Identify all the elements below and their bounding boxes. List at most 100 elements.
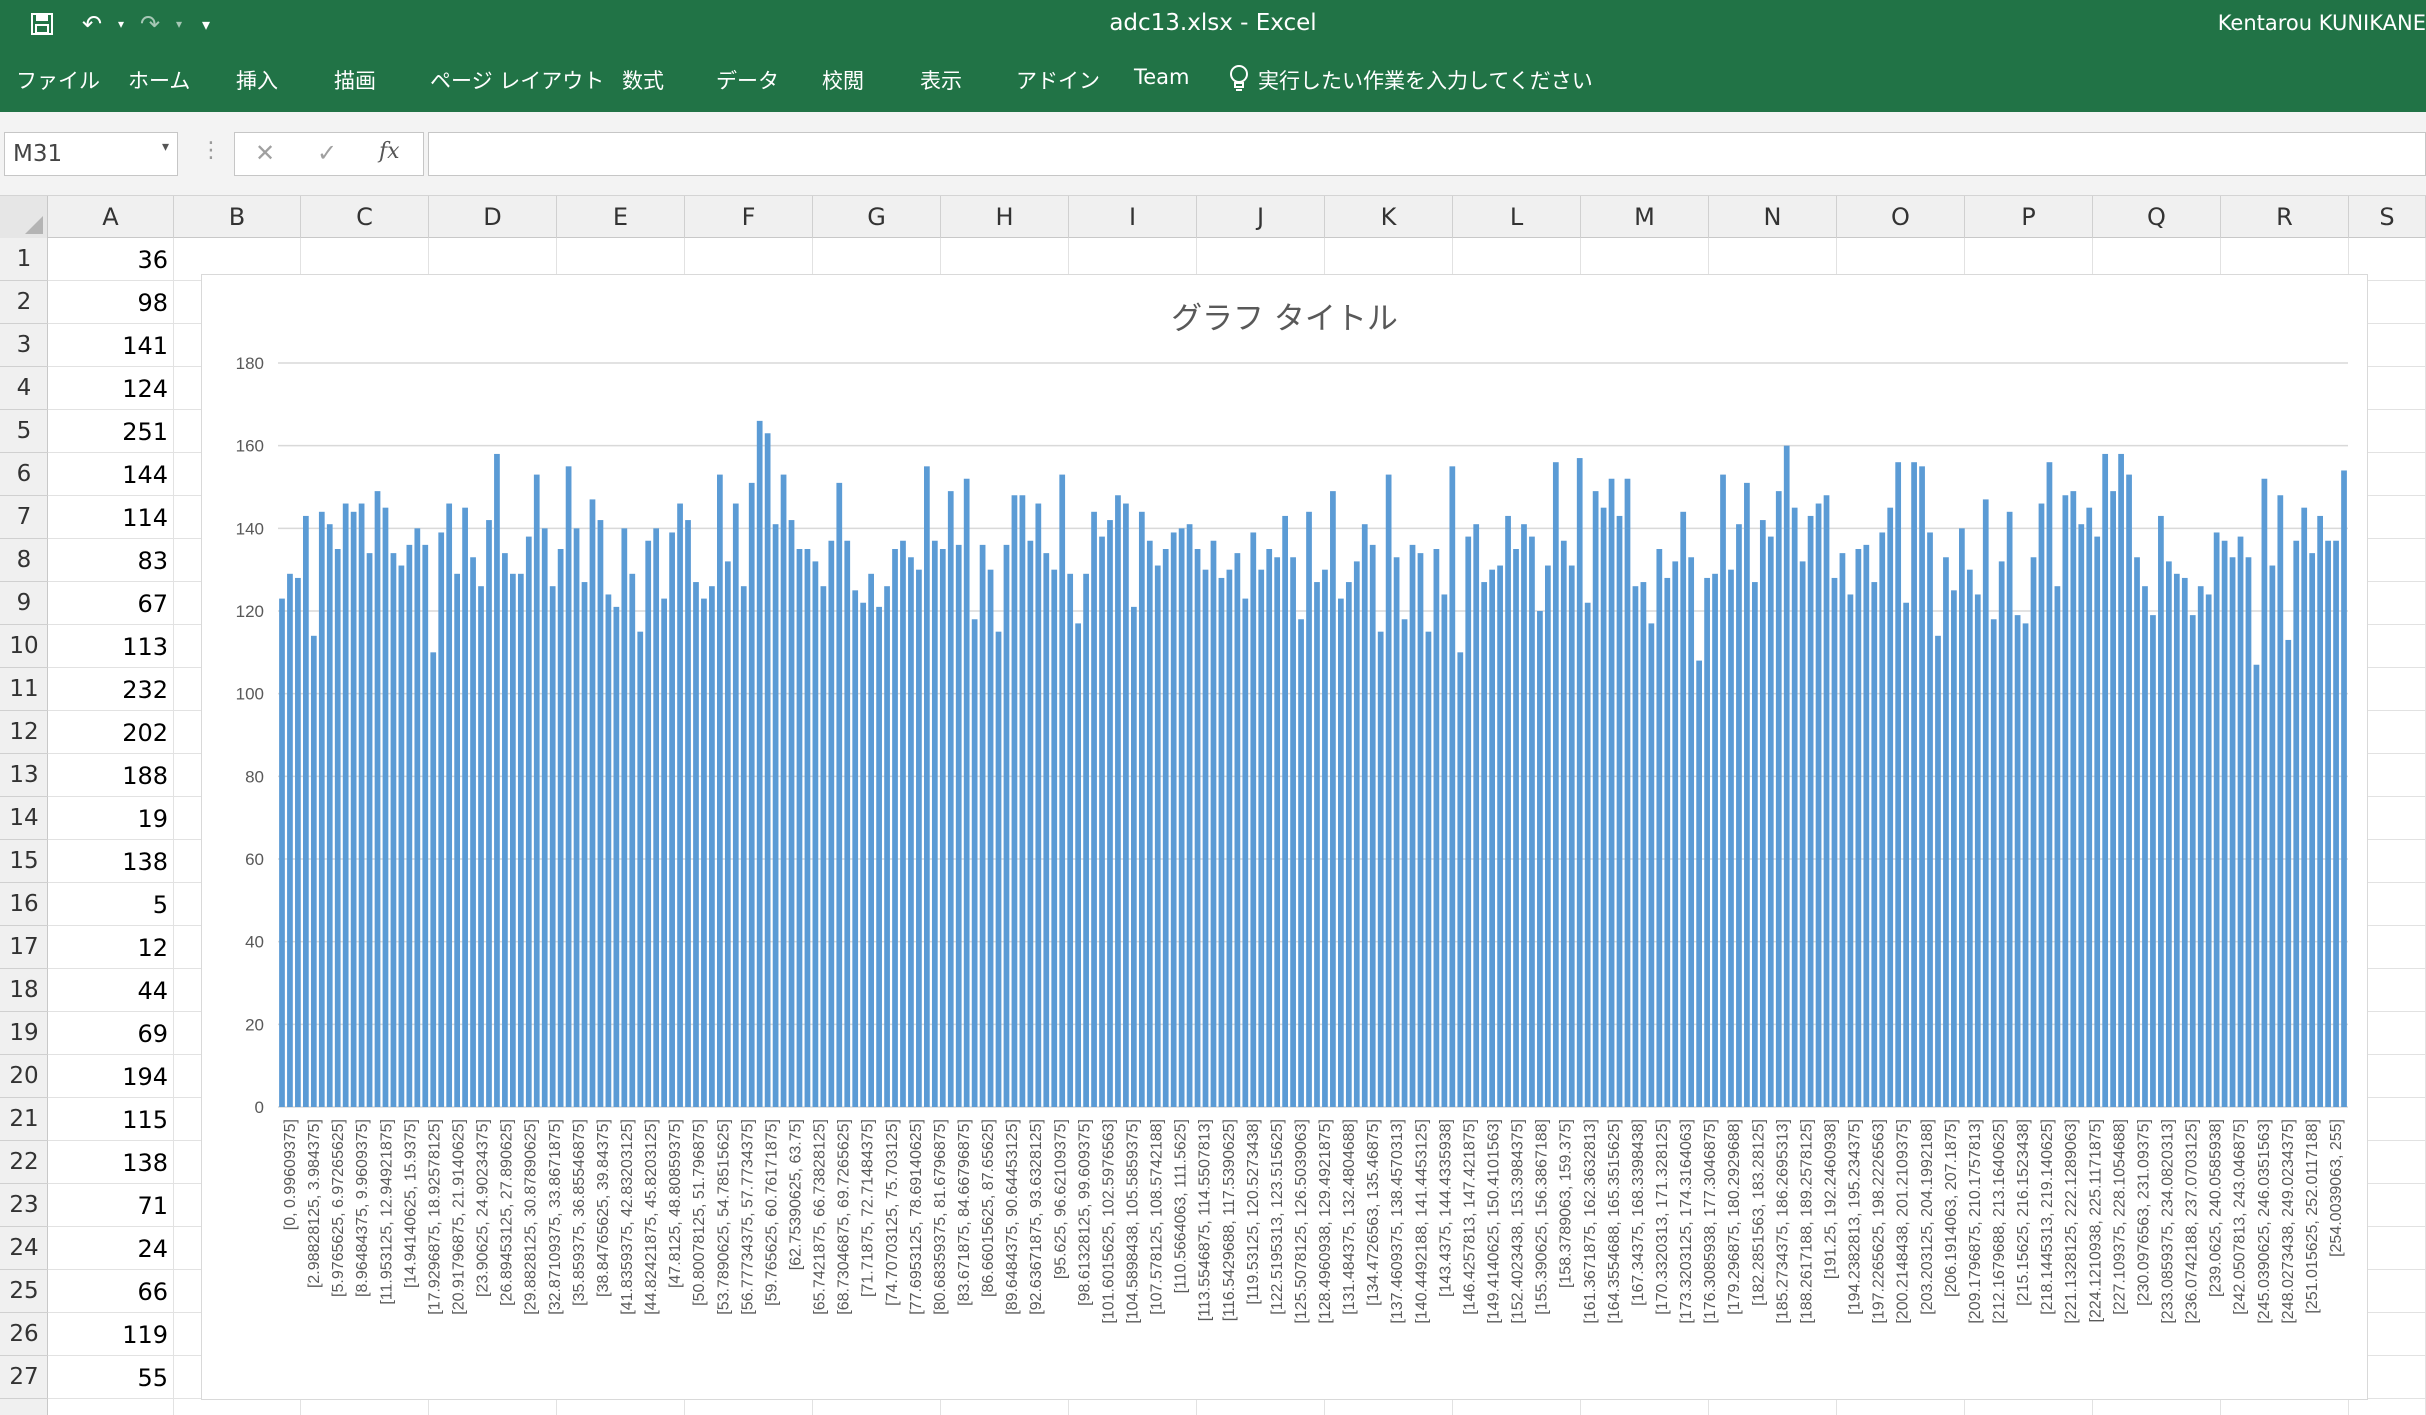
histogram-bar[interactable] — [502, 553, 508, 1107]
histogram-bar[interactable] — [478, 586, 484, 1107]
histogram-bar[interactable] — [2189, 615, 2196, 1107]
histogram-bar[interactable] — [454, 573, 461, 1107]
histogram-bar[interactable] — [2126, 474, 2132, 1108]
cell-a24[interactable]: 24 — [48, 1227, 174, 1270]
histogram-bar[interactable] — [2301, 507, 2308, 1107]
histogram-bar[interactable] — [2333, 540, 2339, 1107]
histogram-bar[interactable] — [382, 507, 389, 1107]
cell-a21[interactable]: 115 — [48, 1098, 174, 1141]
histogram-bar[interactable] — [1401, 619, 1408, 1107]
histogram-bar[interactable] — [1847, 594, 1854, 1107]
histogram-bar[interactable] — [1966, 569, 1973, 1107]
histogram-bar[interactable] — [494, 453, 500, 1107]
cell-a18[interactable]: 44 — [48, 969, 174, 1012]
column-header-s[interactable]: S — [2349, 196, 2426, 238]
cell-a27[interactable]: 55 — [48, 1356, 174, 1399]
histogram-bar[interactable] — [2237, 536, 2244, 1107]
histogram-bar[interactable] — [573, 528, 580, 1107]
histogram-bar[interactable] — [1584, 602, 1591, 1107]
row-header-22[interactable]: 22 — [0, 1141, 48, 1184]
histogram-bar[interactable] — [1831, 577, 1838, 1107]
histogram-bar[interactable] — [422, 544, 429, 1107]
histogram-bar[interactable] — [860, 602, 867, 1107]
histogram-bar[interactable] — [1489, 569, 1496, 1107]
histogram-bar[interactable] — [1266, 549, 1273, 1107]
histogram-bar[interactable] — [1107, 520, 1113, 1107]
row-header-16[interactable]: 16 — [0, 883, 48, 926]
histogram-bar[interactable] — [1911, 462, 1917, 1107]
tab-insert[interactable]: 挿入 — [236, 65, 278, 95]
cell-a11[interactable]: 232 — [48, 668, 174, 711]
tell-me-search[interactable]: 実行したい作業を入力してください — [1258, 65, 1593, 95]
column-header-r[interactable]: R — [2221, 196, 2349, 238]
histogram-bar[interactable] — [533, 474, 540, 1108]
histogram-bar[interactable] — [302, 515, 309, 1107]
histogram-bar[interactable] — [597, 520, 604, 1107]
histogram-bar[interactable] — [2046, 462, 2053, 1107]
cell-a9[interactable]: 67 — [48, 582, 174, 625]
histogram-bar[interactable] — [1919, 466, 1925, 1107]
histogram-bar[interactable] — [2118, 453, 2124, 1107]
row-header-25[interactable]: 25 — [0, 1270, 48, 1313]
histogram-bar[interactable] — [462, 507, 468, 1107]
histogram-bar[interactable] — [2078, 524, 2085, 1107]
histogram-bar[interactable] — [2062, 495, 2069, 1107]
histogram-bar[interactable] — [740, 586, 747, 1107]
tab-page-layout[interactable]: ページ レイアウト — [430, 65, 604, 95]
histogram-bar[interactable] — [1361, 524, 1368, 1107]
row-header-15[interactable]: 15 — [0, 840, 48, 883]
histogram-bar[interactable] — [1887, 507, 1894, 1107]
histogram-bar[interactable] — [517, 573, 524, 1107]
histogram-bar[interactable] — [1560, 540, 1567, 1107]
row-header-6[interactable]: 6 — [0, 453, 48, 496]
histogram-bar[interactable] — [1123, 503, 1129, 1107]
histogram-bar[interactable] — [916, 569, 922, 1107]
histogram-bar[interactable] — [1083, 573, 1089, 1107]
histogram-bar[interactable] — [2229, 557, 2236, 1107]
histogram-bar[interactable] — [1170, 532, 1177, 1107]
histogram-bar[interactable] — [1767, 536, 1774, 1107]
column-header-p[interactable]: P — [1965, 196, 2093, 238]
cell-a20[interactable]: 194 — [48, 1055, 174, 1098]
column-header-j[interactable]: J — [1197, 196, 1325, 238]
histogram-bar[interactable] — [1099, 536, 1105, 1107]
histogram-bar[interactable] — [1544, 565, 1551, 1107]
histogram-bar[interactable] — [414, 528, 421, 1107]
cell-a14[interactable]: 19 — [48, 797, 174, 840]
cell-a6[interactable]: 144 — [48, 453, 174, 496]
histogram-bar[interactable] — [1377, 631, 1384, 1107]
histogram-bar[interactable] — [1664, 577, 1671, 1107]
formula-bar-splitter[interactable]: ⋮ — [200, 138, 222, 163]
histogram-bar[interactable] — [1895, 462, 1902, 1107]
histogram-bar[interactable] — [661, 598, 668, 1107]
column-header-o[interactable]: O — [1837, 196, 1965, 238]
histogram-bar[interactable] — [2181, 577, 2188, 1107]
histogram-bar[interactable] — [900, 540, 906, 1107]
histogram-bar[interactable] — [796, 549, 803, 1107]
histogram-bar[interactable] — [1059, 474, 1066, 1108]
cell-a25[interactable]: 66 — [48, 1270, 174, 1313]
histogram-bar[interactable] — [2165, 561, 2172, 1107]
column-header-c[interactable]: C — [301, 196, 429, 238]
histogram-bar[interactable] — [732, 503, 739, 1107]
histogram-bar[interactable] — [2269, 565, 2276, 1107]
histogram-bar[interactable] — [844, 540, 851, 1107]
row-header-13[interactable]: 13 — [0, 754, 48, 797]
row-header-21[interactable]: 21 — [0, 1098, 48, 1141]
histogram-bar[interactable] — [1751, 582, 1758, 1107]
histogram-bar[interactable] — [685, 520, 691, 1107]
histogram-bar[interactable] — [589, 499, 596, 1107]
histogram-bar[interactable] — [1011, 495, 1018, 1107]
histogram-bar[interactable] — [541, 528, 548, 1107]
histogram-bar[interactable] — [645, 540, 652, 1107]
histogram-bar[interactable] — [1640, 582, 1647, 1107]
cell-a1[interactable]: 36 — [48, 238, 174, 281]
cell-a17[interactable]: 12 — [48, 926, 174, 969]
tab-draw[interactable]: 描画 — [334, 65, 376, 95]
insert-function-icon[interactable]: fx — [379, 139, 400, 164]
histogram-bar[interactable] — [1879, 532, 1886, 1107]
row-header-9[interactable]: 9 — [0, 582, 48, 625]
histogram-bar[interactable] — [1552, 462, 1559, 1107]
histogram-bar[interactable] — [772, 524, 779, 1107]
histogram-bar[interactable] — [1712, 573, 1718, 1107]
